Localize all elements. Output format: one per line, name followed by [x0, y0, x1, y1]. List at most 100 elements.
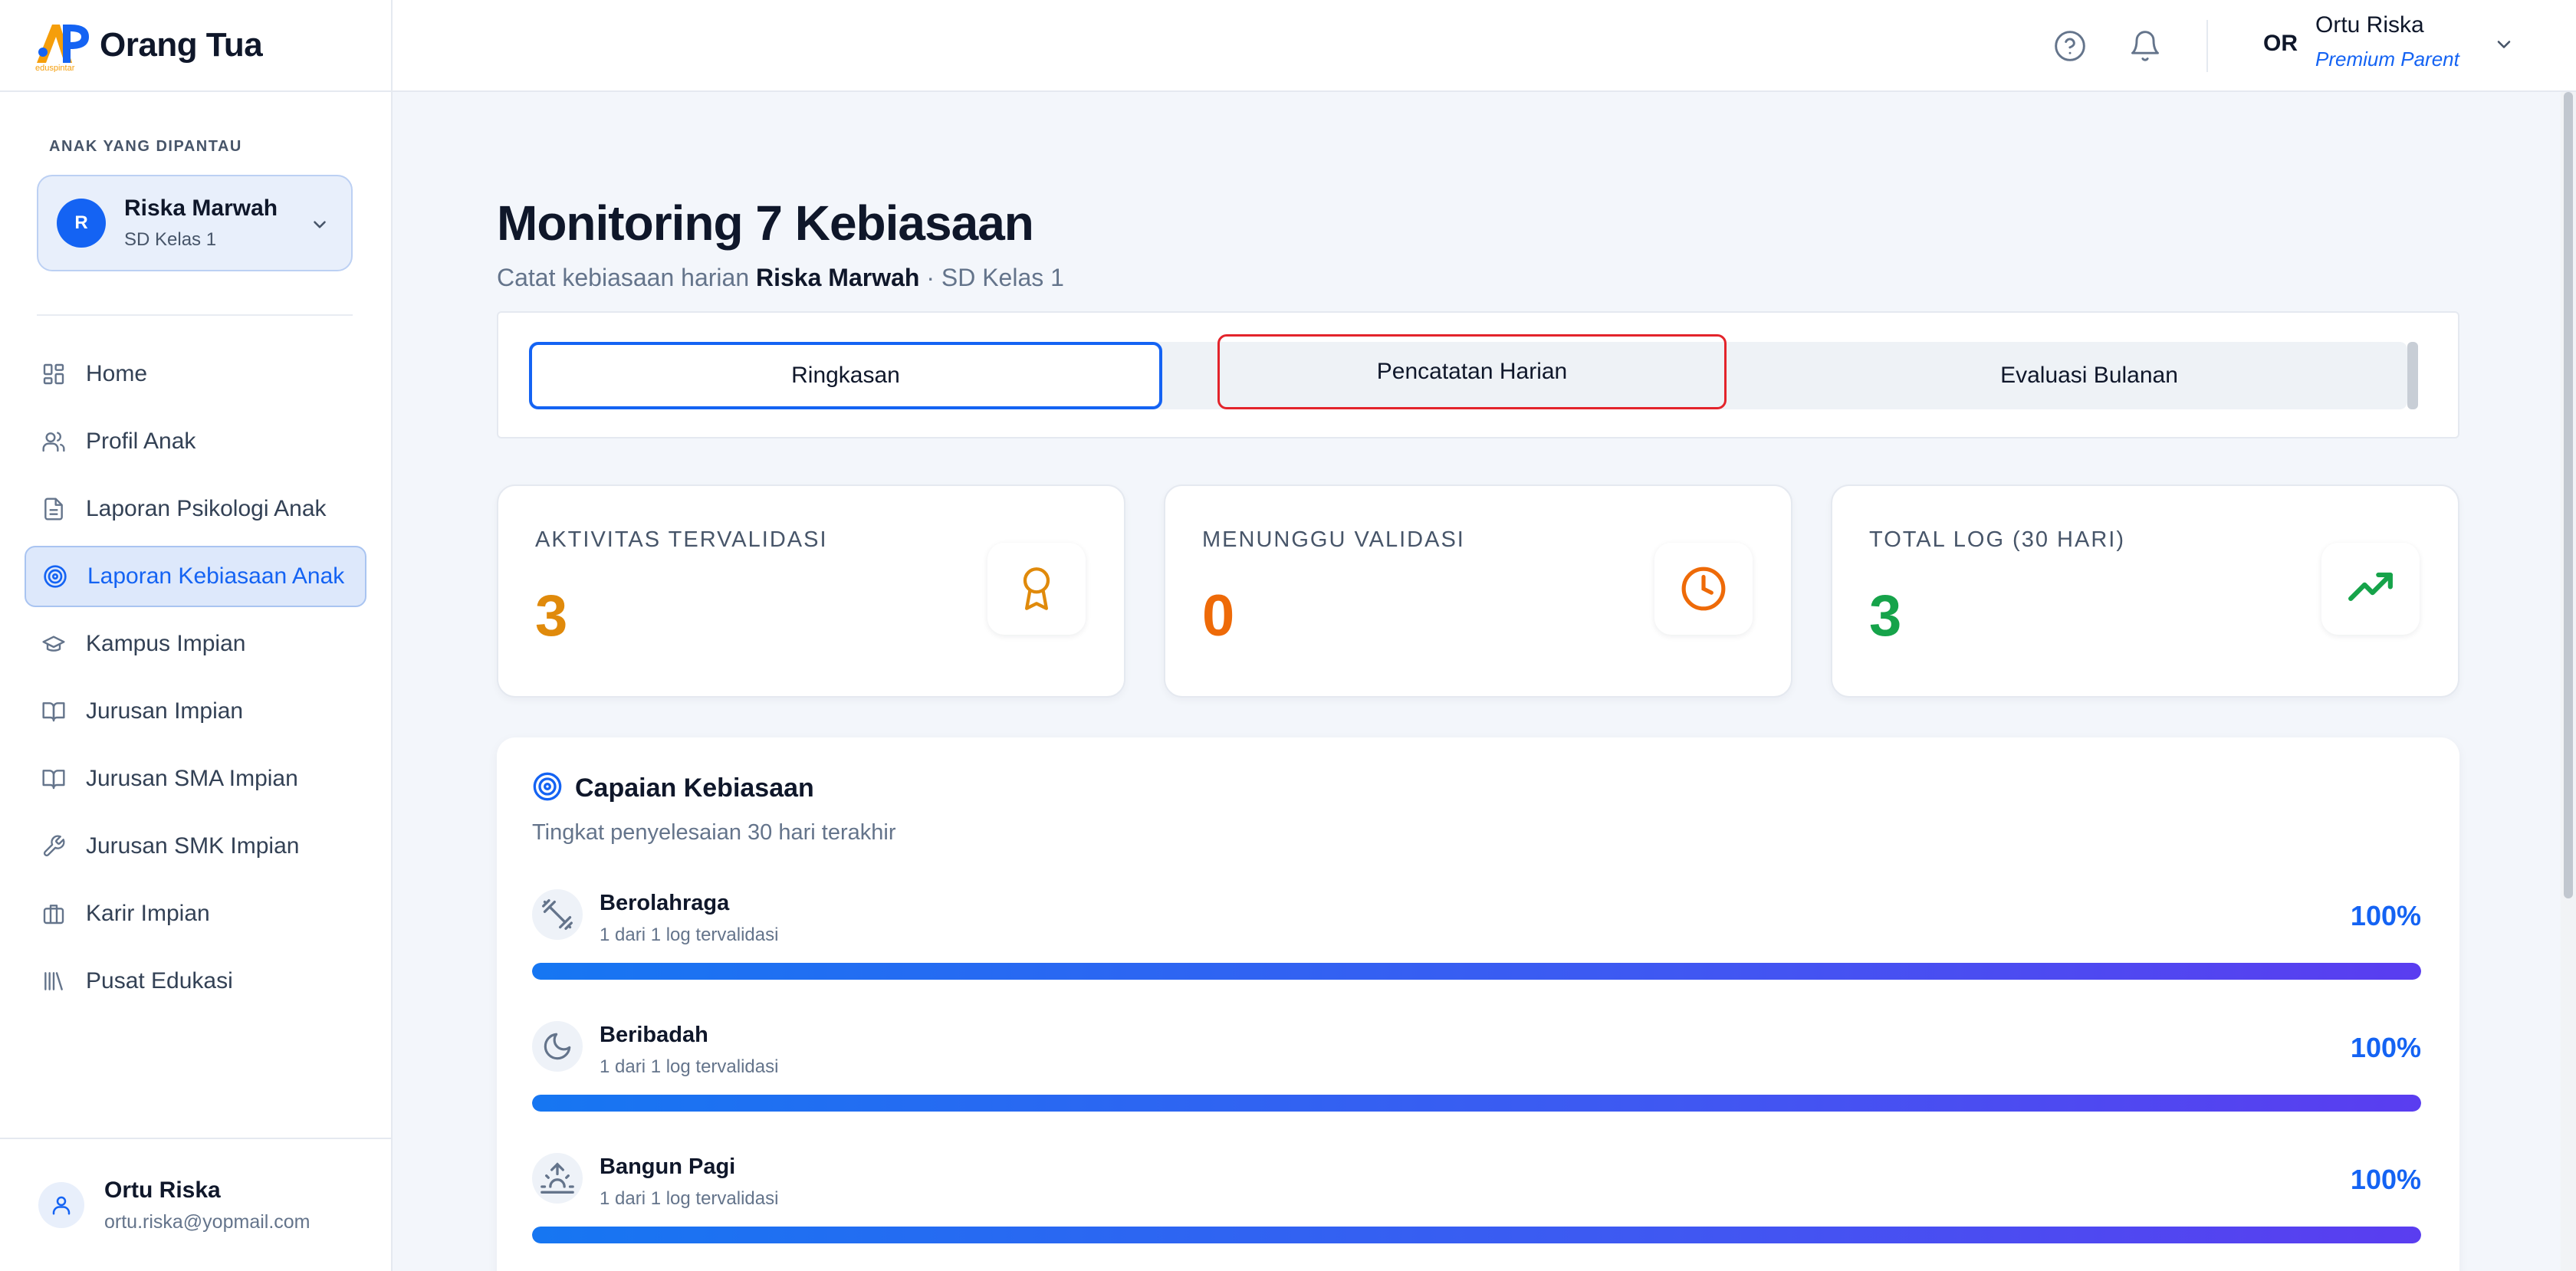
- subtitle-suffix: · SD Kelas 1: [926, 264, 1064, 291]
- sidebar-user-footer[interactable]: Ortu Riska ortu.riska@yopmail.com: [0, 1138, 393, 1271]
- topbar: OR Ortu Riska Premium Parent: [393, 0, 2576, 92]
- svg-text:eduspintar: eduspintar: [35, 64, 75, 72]
- tab-evaluasi-bulanan[interactable]: Evaluasi Bulanan: [1771, 342, 2407, 409]
- child-avatar: R: [57, 199, 106, 248]
- habit-progress-bar: [532, 963, 2421, 980]
- habit-progress-fill: [532, 1095, 2421, 1112]
- book-open-icon: [40, 698, 67, 725]
- child-selector[interactable]: R Riska Marwah SD Kelas 1: [37, 175, 353, 271]
- chevron-down-icon: [310, 215, 330, 238]
- book-open-icon: [40, 765, 67, 793]
- dumbbell-icon: [532, 889, 583, 940]
- footer-user-email: ortu.riska@yopmail.com: [104, 1210, 310, 1233]
- stat-card-total-log: TOTAL LOG (30 HARI) 3: [1831, 484, 2459, 698]
- habit-detail: 1 dari 1 log tervalidasi: [600, 1056, 779, 1077]
- stat-label: AKTIVITAS TERVALIDASI: [535, 527, 828, 552]
- brand[interactable]: eduspintar Orang Tua: [0, 0, 391, 92]
- sidebar-item-label: Jurusan Impian: [86, 698, 244, 724]
- sidebar-item-label: Pusat Edukasi: [86, 968, 233, 993]
- topbar-divider: [2206, 20, 2208, 72]
- habit-name: Beribadah: [600, 1023, 708, 1047]
- habit-progress-bar: [532, 1227, 2421, 1243]
- sunrise-icon: [532, 1153, 583, 1204]
- habit-percent: 100%: [2350, 1164, 2421, 1195]
- tab-bar: Ringkasan Pencatatan Harian Evaluasi Bul…: [497, 311, 2459, 438]
- sidebar-item-label: Kampus Impian: [86, 631, 246, 656]
- habit-percent: 100%: [2350, 900, 2421, 931]
- footer-user-name: Ortu Riska: [104, 1177, 221, 1203]
- sidebar-item-label: Laporan Psikologi Anak: [86, 496, 327, 521]
- users-icon: [40, 428, 67, 455]
- page-title: Monitoring 7 Kebiasaan: [497, 195, 1034, 251]
- habit-progress-bar: [532, 1095, 2421, 1112]
- child-grade: SD Kelas 1: [124, 229, 217, 250]
- sidebar: eduspintar Orang Tua ANAK YANG DIPANTAU …: [0, 0, 393, 1271]
- chevron-down-icon[interactable]: [2493, 34, 2515, 59]
- sidebar-divider: [37, 314, 353, 316]
- stat-label: TOTAL LOG (30 HARI): [1869, 527, 2125, 552]
- sidebar-item-profil-anak[interactable]: Profil Anak: [25, 411, 366, 472]
- stat-value: 3: [1869, 583, 1902, 649]
- user-menu[interactable]: Ortu Riska Premium Parent: [2315, 12, 2459, 71]
- sidebar-nav: Home Profil Anak Laporan Psikologi Anak …: [25, 343, 366, 1018]
- progress-subtitle: Tingkat penyelesaian 30 hari terakhir: [532, 820, 896, 845]
- habit-progress-fill: [532, 1227, 2421, 1243]
- habit-row: Bangun Pagi 1 dari 1 log tervalidasi 100…: [532, 1153, 2421, 1268]
- brand-title: Orang Tua: [100, 26, 263, 64]
- clock-icon: [1654, 543, 1753, 635]
- graduation-cap-icon: [40, 630, 67, 658]
- bell-icon[interactable]: [2128, 29, 2162, 63]
- sidebar-item-label: Jurusan SMA Impian: [86, 766, 298, 791]
- wrench-icon: [40, 833, 67, 860]
- sidebar-item-jurusan-smk-impian[interactable]: Jurusan SMK Impian: [25, 816, 366, 877]
- user-role: Premium Parent: [2315, 48, 2459, 71]
- stat-card-menunggu: MENUNGGU VALIDASI 0: [1164, 484, 1792, 698]
- trending-up-icon: [2321, 543, 2420, 635]
- habit-progress-fill: [532, 963, 2421, 980]
- sidebar-item-laporan-kebiasaan[interactable]: Laporan Kebiasaan Anak: [25, 546, 366, 607]
- sidebar-item-pusat-edukasi[interactable]: Pusat Edukasi: [25, 951, 366, 1012]
- tab-ringkasan[interactable]: Ringkasan: [529, 342, 1162, 409]
- tab-scrollbar[interactable]: [2407, 342, 2418, 409]
- page-scrollbar-thumb[interactable]: [2564, 92, 2573, 898]
- stat-label: MENUNGGU VALIDASI: [1202, 527, 1465, 552]
- habit-row: Beribadah 1 dari 1 log tervalidasi 100%: [532, 1021, 2421, 1136]
- sidebar-item-label: Home: [86, 361, 148, 386]
- brand-logo-icon: eduspintar: [34, 18, 94, 73]
- tab-pencatatan-harian[interactable]: Pencatatan Harian: [1217, 334, 1727, 409]
- sidebar-item-jurusan-impian[interactable]: Jurusan Impian: [25, 681, 366, 742]
- document-icon: [40, 495, 67, 523]
- main-content: Monitoring 7 Kebiasaan Catat kebiasaan h…: [394, 94, 2564, 1271]
- progress-header: Capaian Kebiasaan: [532, 771, 814, 806]
- library-icon: [40, 967, 67, 995]
- sidebar-item-karir-impian[interactable]: Karir Impian: [25, 883, 366, 944]
- sidebar-item-label: Jurusan SMK Impian: [86, 833, 300, 859]
- stat-card-tervalidasi: AKTIVITAS TERVALIDASI 3: [497, 484, 1125, 698]
- tab-track: Ringkasan Pencatatan Harian Evaluasi Bul…: [529, 334, 2407, 409]
- sidebar-item-home[interactable]: Home: [25, 343, 366, 405]
- help-icon[interactable]: [2053, 29, 2087, 63]
- user-icon: [38, 1182, 84, 1228]
- sidebar-item-kampus-impian[interactable]: Kampus Impian: [25, 613, 366, 675]
- habit-detail: 1 dari 1 log tervalidasi: [600, 925, 779, 945]
- grid-icon: [40, 360, 67, 388]
- sidebar-item-label: Profil Anak: [86, 429, 196, 454]
- page-subtitle: Catat kebiasaan harian Riska Marwah · SD…: [497, 264, 1064, 292]
- habit-name: Bangun Pagi: [600, 1154, 736, 1179]
- user-initials[interactable]: OR: [2263, 31, 2298, 57]
- child-section-label: ANAK YANG DIPANTAU: [49, 138, 242, 155]
- habit-percent: 100%: [2350, 1032, 2421, 1063]
- subtitle-child-name: Riska Marwah: [756, 264, 920, 291]
- stat-value: 3: [535, 583, 568, 649]
- child-name: Riska Marwah: [124, 195, 278, 221]
- page-scrollbar[interactable]: [2561, 92, 2576, 1271]
- subtitle-prefix: Catat kebiasaan harian: [497, 264, 750, 291]
- sidebar-item-laporan-psikologi[interactable]: Laporan Psikologi Anak: [25, 478, 366, 540]
- stat-value: 0: [1202, 583, 1235, 649]
- sidebar-item-jurusan-sma-impian[interactable]: Jurusan SMA Impian: [25, 748, 366, 810]
- sidebar-item-label: Karir Impian: [86, 901, 210, 926]
- target-icon: [532, 771, 563, 806]
- habit-row: Berolahraga 1 dari 1 log tervalidasi 100…: [532, 889, 2421, 1004]
- award-icon: [987, 543, 1086, 635]
- target-icon: [41, 563, 69, 590]
